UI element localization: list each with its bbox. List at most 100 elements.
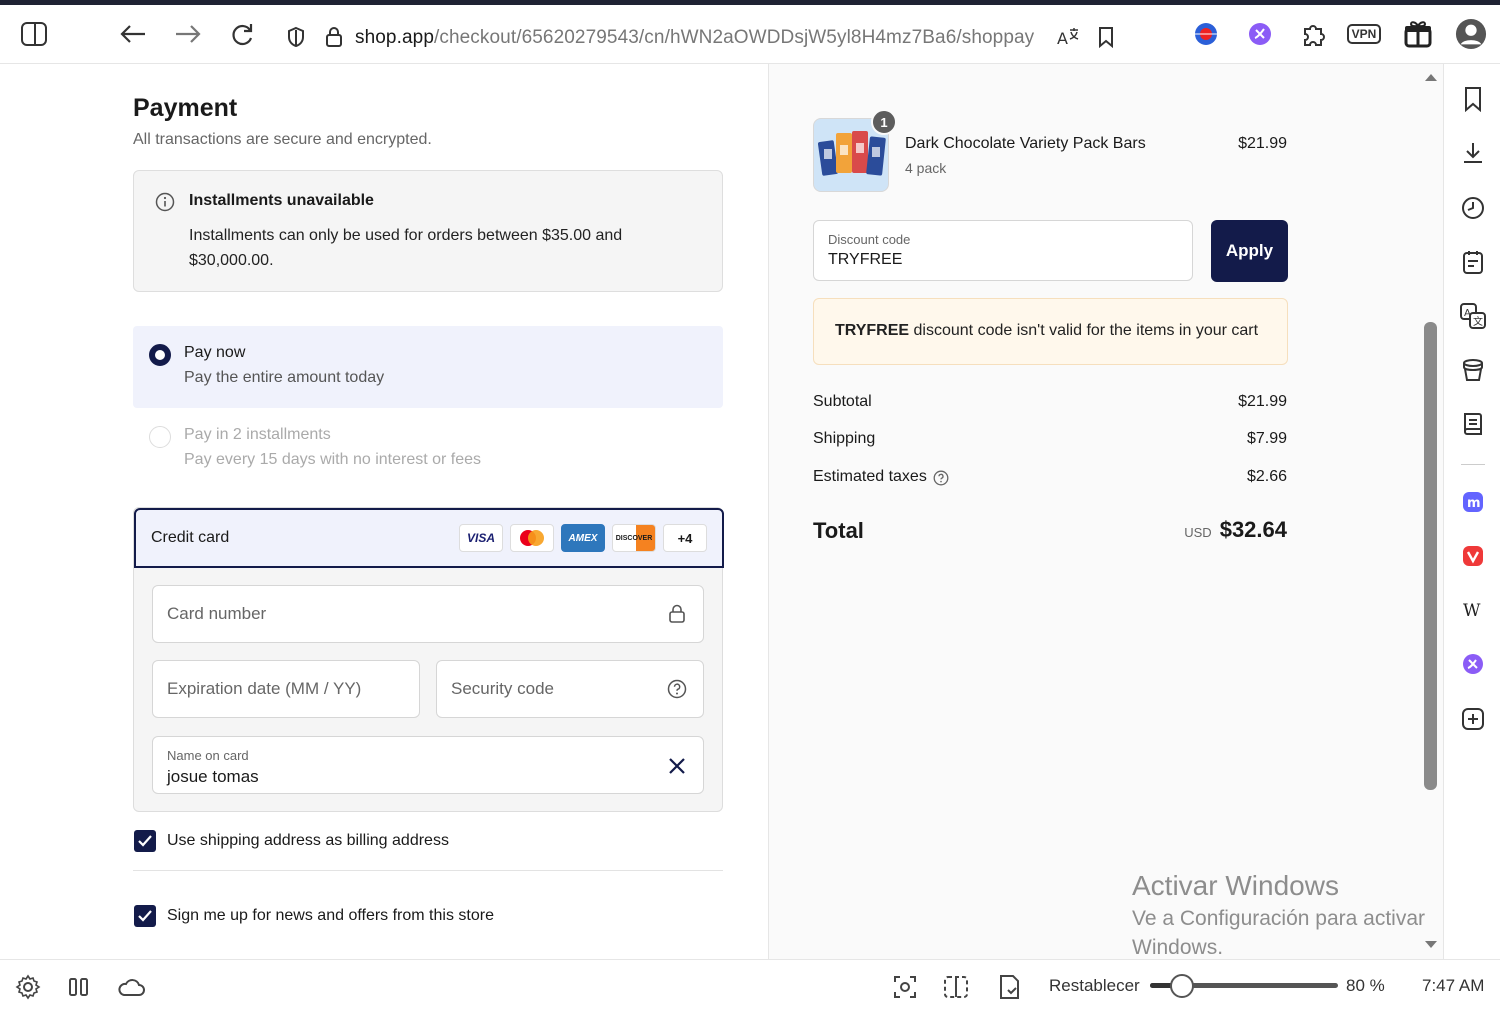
svg-text:A: A [1464, 308, 1471, 319]
downloads-icon[interactable] [1459, 139, 1487, 167]
installments-radio[interactable] [149, 426, 171, 448]
mastodon-icon[interactable]: m [1459, 488, 1487, 516]
visa-icon: VISA [459, 524, 503, 552]
card-number-field[interactable]: Card number [152, 585, 704, 643]
zoom-level-readout: 80 % [1346, 976, 1385, 995]
scroll-up-arrow-icon[interactable] [1424, 72, 1438, 82]
reader-book-icon[interactable] [1459, 410, 1487, 438]
windows-watermark-title: Activar Windows [1132, 870, 1339, 901]
warning-message: discount code isn't valid for the items … [909, 322, 1259, 339]
svg-text:W: W [1463, 601, 1481, 620]
translate-icon[interactable]: A [1052, 21, 1084, 53]
discount-warning-text: TRYFREE discount code isn't valid for th… [835, 322, 1258, 340]
visa-label: VISA [466, 531, 495, 545]
back-icon[interactable] [117, 18, 149, 50]
apply-button[interactable]: Apply [1211, 220, 1288, 282]
pay-now-radio[interactable] [149, 344, 171, 366]
shield-icon[interactable] [280, 21, 312, 53]
page-actions-icon[interactable] [994, 972, 1024, 1002]
wikipedia-icon[interactable]: W [1459, 596, 1487, 624]
side-panel-divider [1461, 464, 1485, 465]
billing-address-checkbox[interactable] [134, 830, 156, 852]
svg-text:文: 文 [1473, 315, 1483, 328]
pay-now-description: Pay the entire amount today [184, 369, 385, 386]
vpn-badge-icon[interactable]: VPN [1343, 18, 1385, 50]
payment-subtitle: All transactions are secure and encrypte… [133, 131, 432, 148]
url-path: /checkout/65620279543/cn/hWN2aOWDDsjW5yl… [433, 27, 1035, 48]
divider [133, 870, 723, 871]
discount-code-field[interactable]: Discount code TRYFREE [813, 220, 1193, 281]
name-on-card-field[interactable]: Name on card josue tomas [152, 736, 704, 794]
notice-title: Installments unavailable [189, 192, 374, 209]
windows-watermark-line2: Ve a Configuración para activar [1132, 907, 1426, 930]
credit-card-header[interactable]: Credit card VISA AMEX DISCOVER +4 [134, 508, 724, 568]
clear-close-icon[interactable] [666, 755, 688, 777]
amex-icon: AMEX [561, 524, 605, 552]
mastercard-icon [510, 524, 554, 552]
total-currency: USD [1184, 525, 1212, 540]
extension-aria-icon[interactable] [1244, 18, 1276, 50]
newsletter-checkbox[interactable] [134, 905, 156, 927]
notice-body: Installments can only be used for orders… [189, 227, 623, 269]
extensions-puzzle-icon[interactable] [1298, 18, 1330, 50]
sidebar-toggle-icon[interactable] [18, 18, 50, 50]
reset-zoom-button[interactable]: Restablecer [1049, 976, 1140, 996]
extension-globe-icon[interactable] [1190, 18, 1222, 50]
address-bar[interactable]: shop.app/checkout/65620279543/cn/hWN2aOW… [276, 18, 1126, 56]
quantity-badge: 1 [871, 109, 897, 135]
help-circle-icon[interactable] [933, 470, 949, 491]
card-number-placeholder: Card number [167, 604, 267, 623]
page-tiling-icon[interactable] [941, 972, 971, 1002]
warning-code: TRYFREE [835, 322, 910, 339]
history-icon[interactable] [1459, 194, 1487, 222]
pay-now-option[interactable]: Pay now Pay the entire amount today [133, 326, 723, 408]
more-brands-badge: +4 [663, 524, 707, 552]
notes-icon[interactable] [1459, 248, 1487, 276]
total-value-group: USD $32.64 [1087, 517, 1287, 543]
vivaldi-icon[interactable] [1459, 542, 1487, 570]
reload-icon[interactable] [226, 18, 258, 50]
shipping-label: Shipping [813, 430, 876, 447]
lock-icon[interactable] [318, 21, 350, 53]
zoom-slider-knob[interactable] [1169, 974, 1194, 998]
estimated-taxes-label: Estimated taxes [813, 468, 927, 485]
url-text[interactable]: shop.app/checkout/65620279543/cn/hWN2aOW… [355, 27, 1034, 49]
settings-gear-icon[interactable] [13, 972, 43, 1002]
total-value: $32.64 [1219, 517, 1287, 542]
installments-notice: Installments unavailable Installments ca… [133, 170, 723, 292]
scrollbar-thumb[interactable] [1424, 322, 1437, 790]
browser-toolbar: shop.app/checkout/65620279543/cn/hWN2aOW… [0, 0, 1500, 64]
help-circle-icon[interactable] [666, 678, 688, 700]
newsletter-label[interactable]: Sign me up for news and offers from this… [167, 907, 494, 925]
discover-label: DISCOVER [615, 534, 653, 542]
sync-cloud-icon[interactable] [116, 972, 146, 1002]
capture-screenshot-icon[interactable] [890, 972, 920, 1002]
bookmark-icon[interactable] [1090, 21, 1122, 53]
tab-tiling-icon[interactable] [64, 972, 94, 1002]
discount-code-value: TRYFREE [828, 251, 903, 268]
pinboard-cup-icon[interactable] [1459, 356, 1487, 384]
billing-address-label[interactable]: Use shipping address as billing address [167, 832, 449, 850]
discover-icon: DISCOVER [612, 524, 656, 552]
subtotal-value: $21.99 [1238, 393, 1287, 410]
product-price: $21.99 [1238, 135, 1287, 152]
bookmarks-icon[interactable] [1459, 85, 1487, 113]
zoom-slider[interactable] [1150, 974, 1338, 998]
pay-in-installments-option[interactable]: Pay in 2 installments Pay every 15 days … [133, 408, 723, 490]
clock-time: 7:47 AM [1422, 976, 1485, 995]
pay-now-label: Pay now [184, 344, 246, 361]
profile-avatar-icon[interactable] [1455, 18, 1487, 50]
gift-icon[interactable] [1402, 18, 1434, 50]
estimated-taxes-value: $2.66 [1246, 468, 1287, 485]
security-code-field[interactable]: Security code [436, 660, 704, 718]
scroll-down-arrow-icon[interactable] [1424, 940, 1438, 950]
forward-icon[interactable] [172, 18, 204, 50]
aria-ai-icon[interactable] [1459, 650, 1487, 678]
expiration-date-field[interactable]: Expiration date (MM / YY) [152, 660, 420, 718]
info-icon [155, 192, 175, 217]
add-panel-icon[interactable] [1459, 705, 1487, 733]
discount-warning: TRYFREE discount code isn't valid for th… [813, 298, 1288, 365]
product-name: Dark Chocolate Variety Pack Bars [905, 135, 1146, 152]
translate-panel-icon[interactable]: A文 [1459, 302, 1487, 330]
installments-label: Pay in 2 installments [184, 426, 331, 443]
